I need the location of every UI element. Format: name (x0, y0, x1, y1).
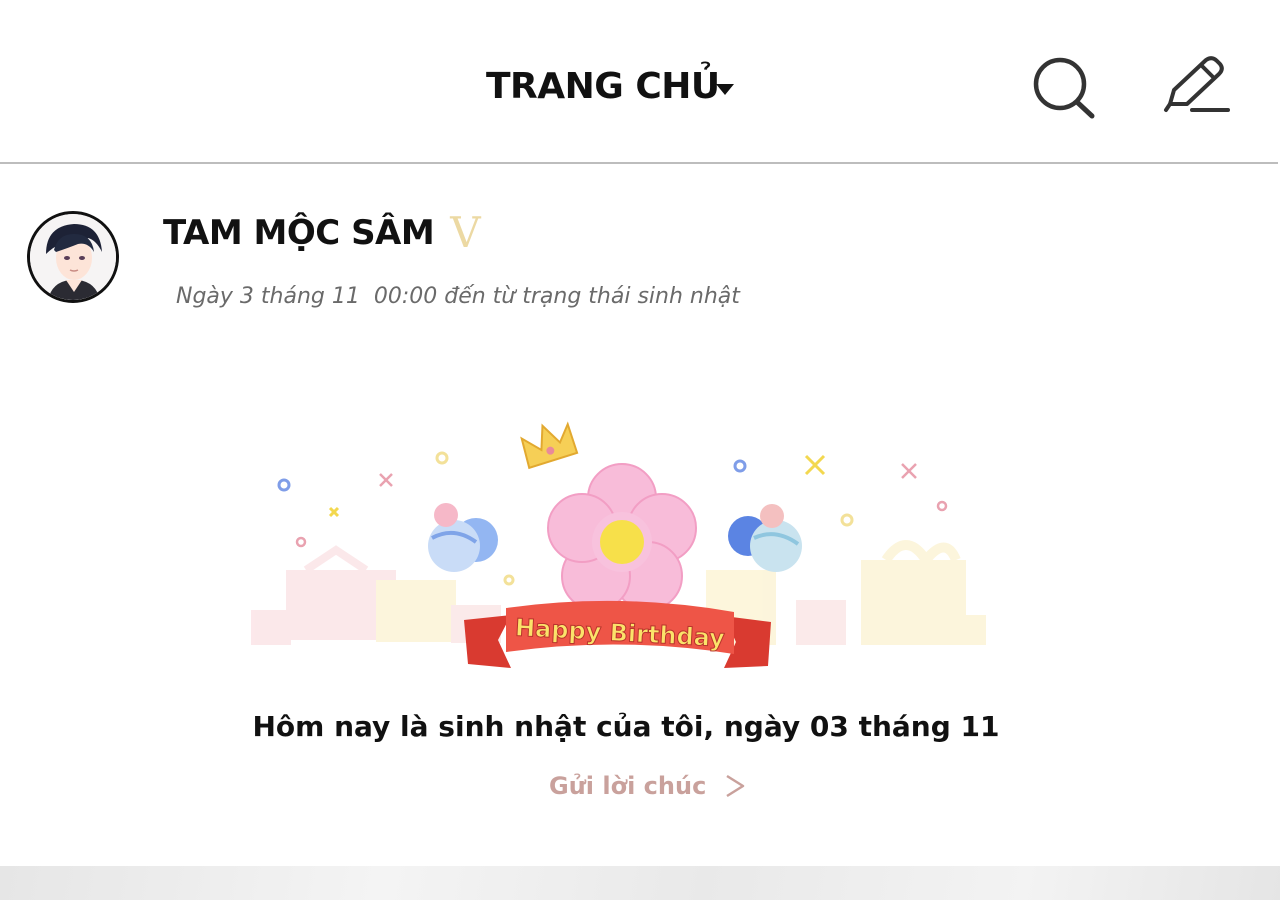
verified-badge: V (450, 208, 481, 257)
page-title[interactable]: TRANG CHỦ (486, 66, 720, 107)
author-name[interactable]: TAM MỘC SÂM (163, 213, 435, 253)
top-bar: TRANG CHỦ (0, 0, 1280, 162)
author-row: TAM MỘC SÂM V (163, 212, 481, 254)
chevron-right-icon (726, 774, 745, 798)
search-icon (1033, 57, 1095, 119)
send-wishes-button[interactable]: Gửi lời chúc (549, 772, 746, 800)
bottom-divider-band (0, 866, 1280, 900)
header-divider (0, 162, 1278, 164)
title-dropdown[interactable]: TRANG CHỦ (486, 66, 720, 107)
caret-down-icon[interactable] (716, 84, 734, 95)
avatar-illustration (30, 214, 116, 300)
post-timestamp: Ngày 3 tháng 11 00:00 đến từ trạng thái … (176, 284, 740, 309)
compose-button[interactable] (1160, 54, 1232, 118)
search-button[interactable] (1030, 56, 1098, 120)
pencil-icon (1164, 56, 1230, 112)
birthday-message: Hôm nay là sinh nhật của tôi, ngày 03 th… (252, 710, 1000, 743)
birthday-banner: Happy Birthday (251, 421, 986, 668)
avatar[interactable] (27, 211, 119, 303)
send-wishes-label: Gửi lời chúc (549, 772, 707, 800)
